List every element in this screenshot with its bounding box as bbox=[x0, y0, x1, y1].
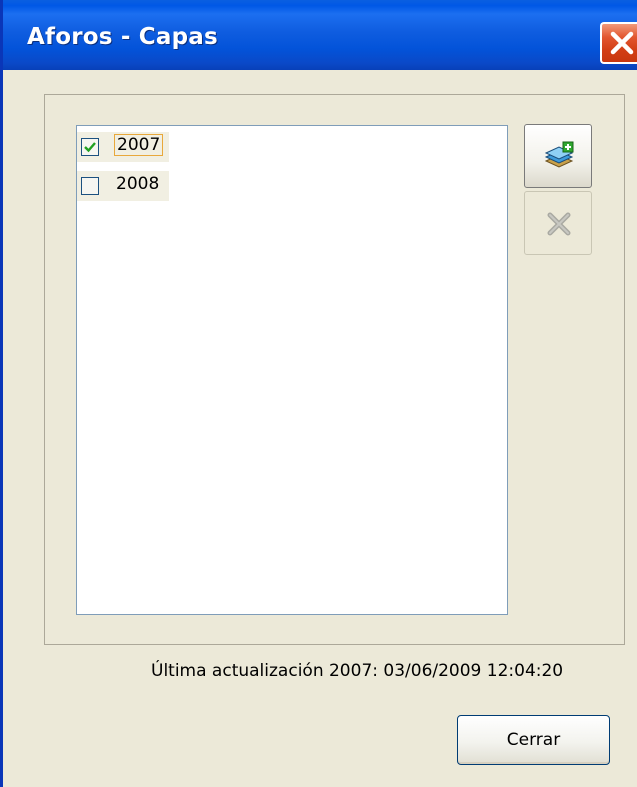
last-update-status: Última actualización 2007: 03/06/2009 12… bbox=[151, 661, 564, 681]
layer-item-2007[interactable]: 2007 bbox=[77, 132, 169, 162]
add-layer-button[interactable] bbox=[524, 124, 592, 188]
layers-list[interactable]: 2007 2008 bbox=[76, 125, 508, 615]
window-title: Aforos - Capas bbox=[27, 24, 218, 50]
layer-item-2008[interactable]: 2008 bbox=[77, 171, 169, 201]
close-icon bbox=[610, 31, 634, 55]
title-bar[interactable]: Aforos - Capas bbox=[3, 0, 637, 70]
window-close-button[interactable] bbox=[600, 22, 637, 64]
layer-label: 2007 bbox=[114, 134, 164, 156]
close-button[interactable]: Cerrar bbox=[457, 715, 610, 765]
layer-label: 2008 bbox=[116, 174, 160, 194]
add-layer-icon bbox=[544, 141, 574, 168]
dialog-window: Aforos - Capas 2007 2008 Última actualiz… bbox=[0, 0, 637, 787]
delete-layer-button[interactable] bbox=[524, 191, 592, 255]
checkmark-icon bbox=[84, 142, 96, 153]
delete-layer-icon bbox=[547, 212, 571, 236]
layer-checkbox-2008[interactable] bbox=[81, 177, 99, 195]
layer-checkbox-2007[interactable] bbox=[81, 138, 99, 156]
